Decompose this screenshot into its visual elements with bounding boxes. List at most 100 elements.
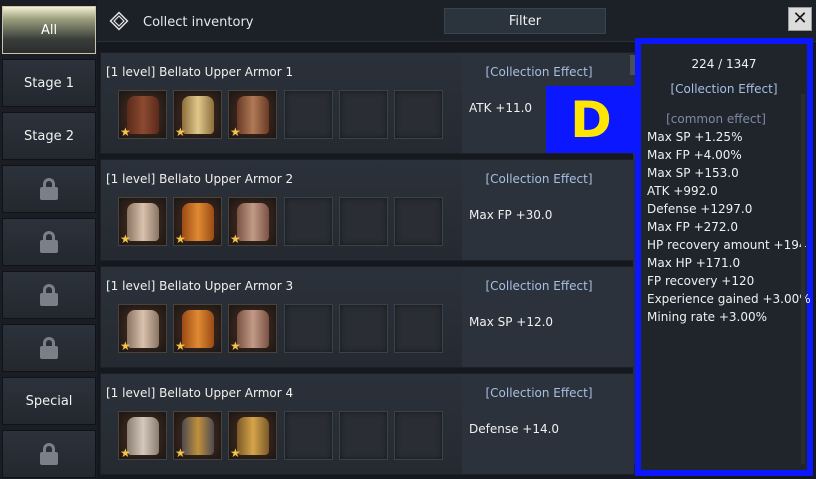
effect-item: Max HP +171.0 [647,256,741,270]
effect-label: [Collection Effect] [485,65,593,79]
star-icon: ★ [175,125,186,139]
close-icon: ✕ [792,8,808,29]
sidebar-item-locked[interactable] [2,271,96,319]
page-title: Collect inventory [143,15,254,30]
effect-item: FP recovery +120 [647,274,755,288]
effect-value: Defense +14.0 [469,422,560,436]
collection-card: [1 level] Bellato Upper Armor 3 ★ ★ ★ [C… [100,266,635,368]
sidebar-item-stage-2[interactable]: Stage 2 [2,112,96,160]
item-slot[interactable]: ★ [173,197,222,246]
empty-slot[interactable] [284,197,333,246]
armor-icon [182,310,214,348]
item-slot[interactable]: ★ [118,197,167,246]
lock-icon [40,337,58,359]
collection-card: [1 level] Bellato Upper Armor 4 ★ ★ ★ [C… [100,373,635,475]
item-slot[interactable]: ★ [173,411,222,460]
item-slot[interactable]: ★ [173,90,222,139]
star-icon: ★ [230,232,241,246]
empty-slot[interactable] [339,197,388,246]
empty-slot[interactable] [394,411,443,460]
sidebar-item-label: All [40,22,58,38]
sidebar-item-stage-1[interactable]: Stage 1 [2,59,96,107]
lock-icon [40,231,58,253]
star-icon: ★ [175,446,186,460]
collection-title: [1 level] Bellato Upper Armor 1 [106,65,294,79]
armor-icon [237,310,269,348]
empty-slot[interactable] [394,197,443,246]
effect-item: Experience gained +3.00% [647,292,811,306]
grade-badge: D [546,86,636,153]
star-icon: ★ [230,446,241,460]
effect-value: Max FP +30.0 [469,208,553,222]
empty-slot[interactable] [339,304,388,353]
sidebar-item-label: Special [25,393,73,409]
effect-panel: [Collection Effect] Max FP +30.0 [462,160,634,260]
item-slot[interactable]: ★ [228,411,277,460]
effect-item: HP recovery amount +194 [647,238,807,252]
empty-slot[interactable] [394,90,443,139]
star-icon: ★ [120,232,131,246]
effect-panel: [Collection Effect] Max SP +12.0 [462,267,634,367]
armor-icon [127,203,159,241]
empty-slot[interactable] [284,411,333,460]
effect-item: ATK +992.0 [647,184,718,198]
common-effect-label: [common effect] [666,112,766,126]
empty-slot[interactable] [284,90,333,139]
star-icon: ★ [120,125,131,139]
collection-title: [1 level] Bellato Upper Armor 2 [106,172,294,186]
collection-title: [1 level] Bellato Upper Armor 3 [106,279,294,293]
armor-icon [127,310,159,348]
sidebar-item-special[interactable]: Special [2,377,96,425]
effect-list: Max SP +1.25% Max FP +4.00% Max SP +153.… [647,128,811,326]
effect-label: [Collection Effect] [485,386,593,400]
effect-item: Max FP +4.00% [647,148,742,162]
sidebar-item-locked[interactable] [2,218,96,266]
armor-icon [237,96,269,134]
item-slot[interactable]: ★ [228,304,277,353]
armor-icon [182,203,214,241]
item-slot[interactable]: ★ [118,90,167,139]
collection-icon [109,11,129,31]
empty-slot[interactable] [339,90,388,139]
star-icon: ★ [120,446,131,460]
item-slot[interactable]: ★ [228,197,277,246]
effect-item: Mining rate +3.00% [647,310,768,324]
effect-item: Max SP +1.25% [647,130,743,144]
filter-button[interactable]: Filter [444,8,606,34]
lock-icon [40,178,58,200]
summary-effect-label: [Collection Effect] [670,82,778,96]
lock-icon [40,443,58,465]
effect-item: Max SP +153.0 [647,166,739,180]
lock-icon [40,284,58,306]
effect-label: [Collection Effect] [485,279,593,293]
effect-item: Max FP +272.0 [647,220,738,234]
effect-label: [Collection Effect] [485,172,593,186]
empty-slot[interactable] [284,304,333,353]
sidebar-item-locked[interactable] [2,430,96,478]
armor-icon [182,96,214,134]
collection-title: [1 level] Bellato Upper Armor 4 [106,386,294,400]
item-slot[interactable]: ★ [173,304,222,353]
star-icon: ★ [120,339,131,353]
effect-item: Defense +1297.0 [647,202,753,216]
sidebar-item-locked[interactable] [2,324,96,372]
armor-icon [127,417,159,455]
item-slot[interactable]: ★ [118,411,167,460]
item-slot[interactable]: ★ [118,304,167,353]
sidebar: All Stage 1 Stage 2 Special [0,0,97,479]
sidebar-item-locked[interactable] [2,165,96,213]
effect-value: ATK +11.0 [469,101,533,115]
item-slot[interactable]: ★ [228,90,277,139]
star-icon: ★ [175,339,186,353]
empty-slot[interactable] [394,304,443,353]
sidebar-item-all[interactable]: All [2,6,96,54]
sidebar-item-label: Stage 1 [24,75,74,91]
summary-scrollbar[interactable] [801,94,805,464]
empty-slot[interactable] [339,411,388,460]
collection-card: [1 level] Bellato Upper Armor 2 ★ ★ ★ [C… [100,159,635,261]
header: Collect inventory Filter ✕ [97,0,816,42]
armor-icon [237,203,269,241]
star-icon: ★ [175,232,186,246]
close-button[interactable]: ✕ [788,7,812,31]
effect-panel: [Collection Effect] Defense +14.0 [462,374,634,474]
